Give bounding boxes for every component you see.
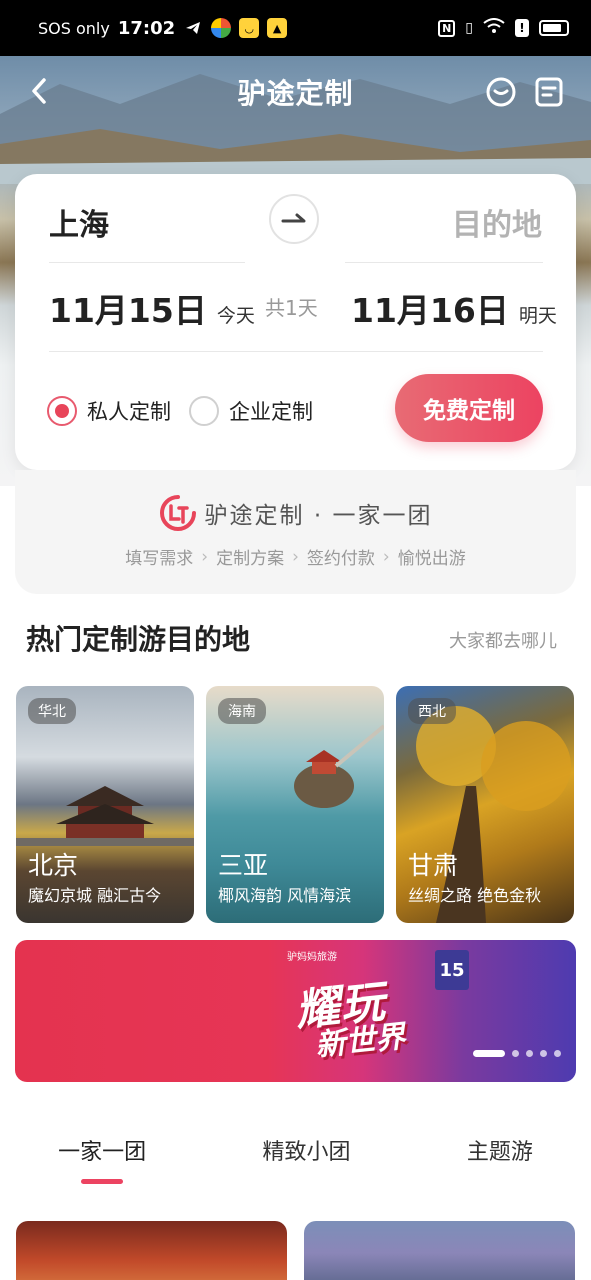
brand-line: 驴途定制 · 一家一团 <box>15 494 576 532</box>
destination-city[interactable]: 目的地 <box>452 200 542 244</box>
carousel-dot <box>473 1050 505 1057</box>
divider <box>345 262 543 263</box>
region-tag: 华北 <box>28 698 76 724</box>
banner-brand: 驴妈妈旅游 <box>287 952 337 963</box>
end-date-day: 明天 <box>518 305 557 327</box>
destination-desc: 魔幻京城 融汇古今 <box>28 886 162 905</box>
region-tag: 西北 <box>408 698 456 724</box>
destination-name: 北京 <box>28 851 79 880</box>
destination-card-gansu[interactable]: 西北 甘肃 丝绸之路 绝色金秋 <box>396 686 574 923</box>
radio-checked-icon <box>47 396 77 426</box>
section-more-link[interactable]: 大家都去哪儿 <box>449 627 557 653</box>
custom-type-group: 私人定制 企业定制 <box>47 396 313 426</box>
section-title: 热门定制游目的地 <box>26 623 251 656</box>
brand-slogan: 驴途定制 · 一家一团 <box>204 503 433 529</box>
promo-banner[interactable]: 驴妈妈旅游 耀玩 新世界 15 <box>15 940 576 1082</box>
destination-desc: 丝绸之路 绝色金秋 <box>408 886 542 905</box>
banner-headline-2: 新世界 <box>313 1019 407 1064</box>
order-list-icon <box>535 77 563 107</box>
carousel-dot <box>526 1050 533 1057</box>
destination-name: 甘肃 <box>408 851 459 880</box>
enterprise-custom-option[interactable]: 企业定制 <box>189 396 313 426</box>
enterprise-custom-label: 企业定制 <box>229 400 313 424</box>
step-4: 愉悦出游 <box>397 549 466 569</box>
orders-button[interactable] <box>532 75 566 109</box>
alert-icon: ! <box>515 19 529 37</box>
battery-icon <box>539 20 569 36</box>
divider <box>49 351 543 352</box>
carousel-indicator <box>473 1050 561 1057</box>
search-card: 上海 目的地 11月15日 今天 共1天 11月16日 明天 私人定制 企业定制… <box>15 174 576 470</box>
product-card[interactable] <box>304 1221 575 1280</box>
step-2: 定制方案 <box>216 549 285 569</box>
chevron-right-icon: › <box>201 546 209 567</box>
divider <box>49 262 245 263</box>
telegram-icon <box>183 18 203 38</box>
chevron-left-icon <box>32 78 46 104</box>
region-tag: 海南 <box>218 698 266 724</box>
destination-card-sanya[interactable]: 海南 三亚 椰风海韵 风情海滨 <box>206 686 384 923</box>
carousel-dot <box>554 1050 561 1057</box>
brand-strip: 驴途定制 · 一家一团 填写需求 › 定制方案 › 签约付款 › 愉悦出游 <box>15 470 576 594</box>
arrow-right-icon <box>281 213 306 223</box>
back-button[interactable] <box>22 74 56 108</box>
app-icon-1 <box>211 18 232 38</box>
wifi-icon <box>483 18 505 38</box>
carousel-dot <box>540 1050 547 1057</box>
start-date-day: 今天 <box>216 305 255 327</box>
nfc-icon: N <box>438 19 456 37</box>
end-date[interactable]: 11月16日 明天 <box>351 284 557 332</box>
carousel-dot <box>512 1050 519 1057</box>
process-steps: 填写需求 › 定制方案 › 签约付款 › 愉悦出游 <box>15 544 576 570</box>
step-3: 签约付款 <box>306 549 375 569</box>
origin-city[interactable]: 上海 <box>49 200 109 244</box>
free-customize-button[interactable]: 免费定制 <box>395 374 543 442</box>
swap-button[interactable] <box>269 194 319 244</box>
radio-unchecked-icon <box>189 396 219 426</box>
chevron-right-icon: › <box>382 546 390 567</box>
tab-small-group[interactable]: 精致小团 <box>254 1134 358 1166</box>
category-tabs: 一家一团 精致小团 主题游 <box>0 1120 591 1184</box>
brand-logo-icon <box>159 495 196 531</box>
status-bar: SOS only 17:02 ◡ ▲ N ▯ ! <box>0 0 591 56</box>
destination-card-beijing[interactable]: 华北 北京 魔幻京城 融汇古今 <box>16 686 194 923</box>
chat-button[interactable] <box>484 75 518 109</box>
private-custom-option[interactable]: 私人定制 <box>47 396 171 426</box>
trip-duration: 共1天 <box>265 296 318 320</box>
end-date-value: 11月16日 <box>351 291 509 330</box>
nav-bar: 驴途定制 <box>0 56 591 128</box>
tab-family-group[interactable]: 一家一团 <box>50 1134 154 1184</box>
carrier-label: SOS only <box>38 18 110 38</box>
start-date-value: 11月15日 <box>49 291 207 330</box>
anniversary-badge: 15 <box>435 950 469 990</box>
app-icon-3: ▲ <box>267 18 288 38</box>
product-card[interactable] <box>16 1221 287 1280</box>
destination-desc: 椰风海韵 风情海滨 <box>218 886 352 905</box>
start-date[interactable]: 11月15日 今天 <box>49 284 255 332</box>
destination-name: 三亚 <box>218 851 269 880</box>
chevron-right-icon: › <box>292 546 299 567</box>
chat-bubble-icon <box>486 77 516 107</box>
step-1: 填写需求 <box>125 549 194 569</box>
private-custom-label: 私人定制 <box>87 400 171 424</box>
clock: 17:02 <box>117 17 176 39</box>
app-icon-2: ◡ <box>239 18 260 38</box>
tab-theme-tour[interactable]: 主题游 <box>459 1134 541 1166</box>
vibrate-icon: ▯ <box>465 20 473 36</box>
